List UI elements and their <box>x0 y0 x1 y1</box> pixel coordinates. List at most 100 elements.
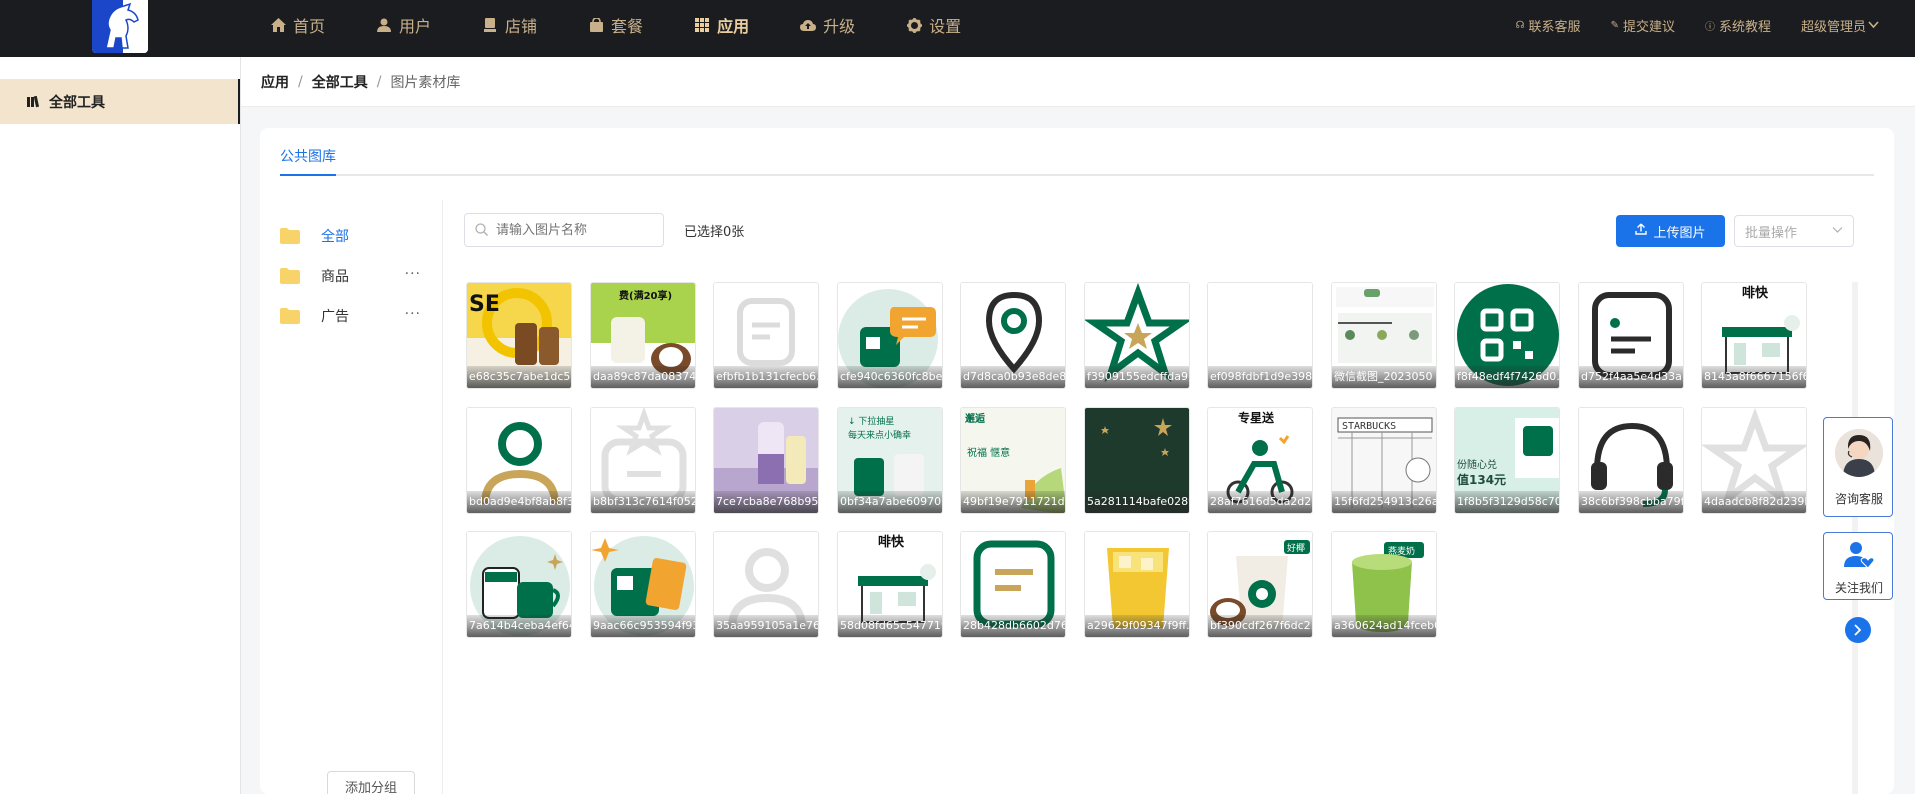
svg-text:↓ 下拉抽星: ↓ 下拉抽星 <box>848 415 894 427</box>
image-filename: a29629f09347f9ff.p <box>1085 615 1189 637</box>
float-next-button[interactable] <box>1845 617 1871 643</box>
feedback-link[interactable]: ✎ 提交建议 <box>1611 16 1675 35</box>
image-filename: 49bf19e7911721df. <box>961 491 1065 513</box>
image-thumbnail[interactable]: 28b428db6602d76e. <box>960 531 1066 638</box>
home-icon <box>270 17 286 33</box>
group-item-ads[interactable]: 广告 ··· <box>280 302 443 330</box>
breadcrumb-all-tools[interactable]: 全部工具 <box>312 72 368 92</box>
group-more-button[interactable]: ··· <box>405 266 421 282</box>
image-thumbnail[interactable]: 份随心兑 值134元 1f8b5f3129d58c70. <box>1454 407 1560 514</box>
image-thumbnail[interactable]: a29629f09347f9ff.p <box>1084 531 1190 638</box>
bag-icon <box>588 17 604 33</box>
nav-package[interactable]: 套餐 <box>588 0 643 50</box>
image-thumbnail[interactable]: 专星送 28af7616d5da2d26.p <box>1207 407 1313 514</box>
folder-icon <box>280 268 300 284</box>
image-thumbnail[interactable]: 35aa959105a1e76a. <box>713 531 819 638</box>
image-filename: 58d08fd65c547719. <box>838 615 942 637</box>
image-thumbnail[interactable]: 5a281114bafe0289. <box>1084 407 1190 514</box>
admin-menu[interactable]: 超级管理员 <box>1801 16 1879 35</box>
image-filename: 7ce7cba8e768b95f. <box>714 491 818 513</box>
group-item-goods[interactable]: 商品 ··· <box>280 262 443 290</box>
nav-store[interactable]: 店铺 <box>482 0 537 50</box>
sidebar-item-all-tools[interactable]: 全部工具 <box>0 79 240 124</box>
add-group-button[interactable]: 添加分组 <box>327 771 415 794</box>
image-thumbnail[interactable]: STARBUCKS 15f6fd254913c26a.p <box>1331 407 1437 514</box>
image-thumbnail[interactable]: 啡快 8143a8f6667156f6. <box>1701 282 1807 389</box>
image-thumbnail[interactable]: 邂逅祝福 惬意 49bf19e7911721df. <box>960 407 1066 514</box>
image-thumbnail[interactable]: 7ce7cba8e768b95f. <box>713 407 819 514</box>
nav-settings[interactable]: 设置 <box>906 0 961 50</box>
follow-user-icon <box>1844 541 1875 573</box>
nav-home[interactable]: 首页 <box>270 0 325 50</box>
search-box[interactable] <box>464 213 664 247</box>
chevron-down-icon <box>1868 18 1879 33</box>
image-thumbnail[interactable]: 微信截图_2023050 <box>1331 282 1437 389</box>
image-filename: 8143a8f6667156f6. <box>1702 366 1806 388</box>
image-thumbnail[interactable]: f3909155edcffda9.p <box>1084 282 1190 389</box>
follow-us-widget[interactable]: 关注我们 <box>1823 532 1893 600</box>
group-more-button[interactable]: ··· <box>405 306 421 322</box>
tutorial-label: 系统教程 <box>1718 19 1771 35</box>
svg-text:SE: SE <box>469 292 500 317</box>
group-item-all[interactable]: 全部 <box>280 222 443 250</box>
image-thumbnail[interactable]: 4daadcb8f82d239b. <box>1701 407 1807 514</box>
image-thumbnail[interactable]: 7a614b4ceba4ef64. <box>466 531 572 638</box>
image-filename: d752f4aa5e4d33a. <box>1579 366 1683 388</box>
image-thumbnail[interactable]: f8f48edf4f7426d0.p <box>1454 282 1560 389</box>
nav-users[interactable]: 用户 <box>376 0 431 50</box>
nav-store-label: 店铺 <box>505 17 538 36</box>
image-filename: 0bf34a7abe609707. <box>838 491 942 513</box>
service-avatar <box>1835 429 1883 477</box>
consult-service-label: 咨询客服 <box>1834 492 1883 506</box>
image-thumbnail[interactable]: 啡快 58d08fd65c547719. <box>837 531 943 638</box>
svg-text:啡快: 啡快 <box>1742 285 1769 301</box>
chevron-right-icon <box>1853 621 1863 640</box>
nav-apps[interactable]: 应用 <box>694 0 749 50</box>
search-input[interactable] <box>496 222 646 238</box>
feedback-label: 提交建议 <box>1622 19 1675 35</box>
batch-operation-select[interactable]: 批量操作 <box>1734 215 1854 247</box>
breadcrumb: 应用 / 全部工具 / 图片素材库 <box>241 57 1915 107</box>
tab-public-library[interactable]: 公共图库 <box>280 144 336 176</box>
image-thumbnail[interactable]: cfe940c6360fc8be.p <box>837 282 943 389</box>
image-thumbnail[interactable]: d7d8ca0b93e8de80 <box>960 282 1066 389</box>
image-filename: 微信截图_2023050 <box>1332 366 1436 388</box>
image-filename: 1f8b5f3129d58c70. <box>1455 491 1559 513</box>
tutorial-link[interactable]: ⓘ 系统教程 <box>1705 16 1771 35</box>
consult-service-widget[interactable]: 咨询客服 <box>1823 417 1893 517</box>
image-filename: 28af7616d5da2d26.p <box>1208 491 1312 513</box>
image-thumbnail[interactable]: 燕麦奶 a360624ad14fceb0. <box>1331 531 1437 638</box>
svg-text:专星送: 专星送 <box>1238 410 1275 425</box>
image-thumbnail[interactable]: 9aac66c953594f93. <box>590 531 696 638</box>
image-thumbnail[interactable]: bd0ad9e4bf8ab8f3. <box>466 407 572 514</box>
nav-home-label: 首页 <box>293 17 326 36</box>
nav-package-label: 套餐 <box>611 17 644 36</box>
contact-service-link[interactable]: ☊ 联系客服 <box>1516 16 1581 35</box>
nav-settings-label: 设置 <box>929 17 962 36</box>
edit-icon: ✎ <box>1610 19 1619 31</box>
upload-image-button[interactable]: 上传图片 <box>1616 215 1725 247</box>
image-thumbnail[interactable]: 好椰 bf390cdf267f6dc2.p <box>1207 531 1313 638</box>
app-logo[interactable] <box>92 0 148 53</box>
image-thumbnail[interactable]: 费(满20享) daa89c87da0837419 <box>590 282 696 389</box>
svg-text:祝福 惬意: 祝福 惬意 <box>967 446 1010 459</box>
svg-text:每天来点小确幸: 每天来点小确幸 <box>848 429 911 441</box>
image-filename: 15f6fd254913c26a.p <box>1332 491 1436 513</box>
batch-operation-label: 批量操作 <box>1745 225 1798 241</box>
image-thumbnail[interactable]: d752f4aa5e4d33a. <box>1578 282 1684 389</box>
image-thumbnail[interactable]: b8bf313c7614f052. <box>590 407 696 514</box>
image-thumbnail[interactable]: SE e68c35c7abe1dc58 <box>466 282 572 389</box>
image-filename: a360624ad14fceb0. <box>1332 615 1436 637</box>
image-thumbnail[interactable]: efbfb1b131cfecb6.p <box>713 282 819 389</box>
image-thumbnail[interactable]: ef098fdbf1d9e398.p <box>1207 282 1313 389</box>
group-label: 全部 <box>321 229 349 245</box>
store-icon <box>482 17 498 33</box>
breadcrumb-apps[interactable]: 应用 <box>261 72 289 92</box>
follow-us-label: 关注我们 <box>1834 581 1883 595</box>
image-thumbnail[interactable]: 38c6bf398cbba79f.p <box>1578 407 1684 514</box>
nav-upgrade[interactable]: 升级 <box>800 0 855 50</box>
svg-text:邂逅: 邂逅 <box>965 412 986 425</box>
gear-icon <box>906 17 922 33</box>
image-filename: 28b428db6602d76e. <box>961 615 1065 637</box>
image-thumbnail[interactable]: ↓ 下拉抽星每天来点小确幸 0bf34a7abe609707. <box>837 407 943 514</box>
